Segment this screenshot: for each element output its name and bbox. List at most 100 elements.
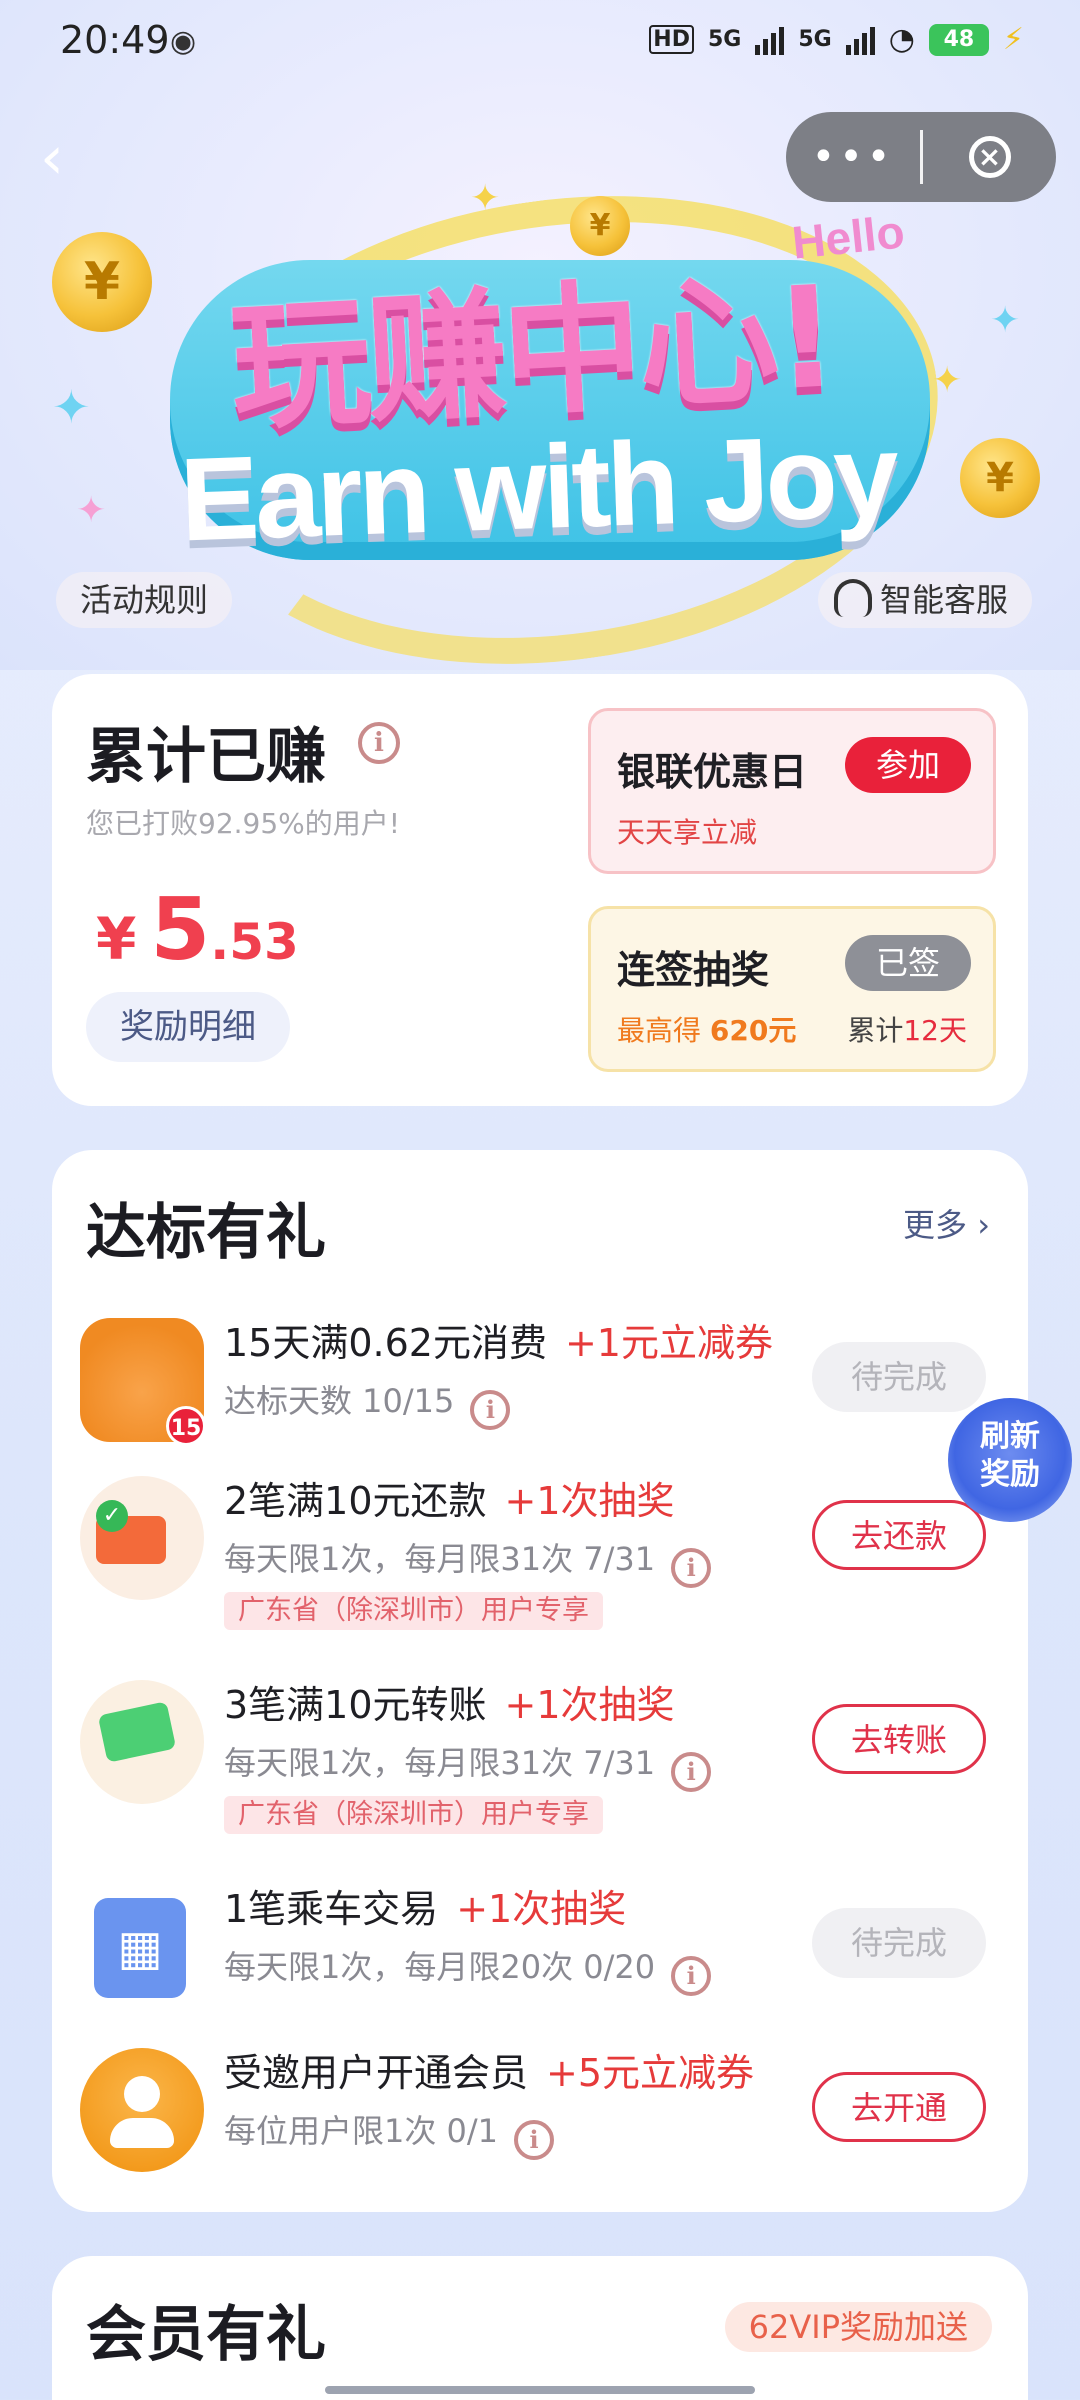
info-icon[interactable]: i (671, 1752, 712, 1792)
member-title-text: 会员有礼 (86, 2300, 326, 2370)
tasks-title-text: 达标有礼 (86, 1198, 326, 1268)
task-title: 2笔满10元还款 +1次抽奖 (224, 1470, 675, 1525)
task-row: 3笔满10元转账 +1次抽奖 每天限1次，每月限31次 7/31 i 广东省（除深圳… (52, 1660, 1028, 1850)
signed-button[interactable]: 已签 (845, 935, 971, 991)
pending-button[interactable]: 待完成 (812, 1908, 986, 1978)
hero-title-en: Earn with Joy (177, 409, 898, 567)
chevron-left-icon: ‹ (40, 123, 64, 193)
task-title: 15天满0.62元消费 +1元立减券 (224, 1312, 773, 1367)
capsule-divider (920, 130, 923, 184)
task-row: 受邀用户开通会员 +5元立减券 每位用户限1次 0/1 i 去开通 (52, 2028, 1028, 2218)
qr-code-icon: ▦ (80, 1884, 204, 2008)
avatar-body (110, 2118, 174, 2148)
signal-bars-icon (755, 25, 785, 55)
info-icon[interactable]: i (358, 722, 400, 764)
signin-total-prefix: 累计 (847, 1014, 904, 1047)
task-desc: 每天限1次，每月限31次 7/31 i (224, 1534, 712, 1588)
sparkle-icon: ✦ (52, 380, 91, 434)
status-bar: 20:49 ◉ HD 5G 5G ◔ 48 ⚡ (0, 0, 1080, 84)
more-options-button[interactable]: ••• (786, 112, 920, 202)
region-tag: 广东省（除深圳市）用户专享 (224, 1592, 603, 1630)
currency-symbol: ¥ (96, 905, 137, 973)
gift-coins-icon: 15 (80, 1318, 206, 1446)
task-desc-text: 每位用户限1次 0/1 (224, 2112, 499, 2150)
charging-bolt-icon: ⚡ (1002, 22, 1024, 57)
task-reward: +5元立减券 (546, 2051, 755, 2095)
unionpay-discount-day-card[interactable]: 银联优惠日 参加 天天享立减 (588, 708, 996, 874)
task-title-text: 15天满0.62元消费 (224, 1321, 547, 1365)
home-indicator[interactable] (325, 2386, 755, 2394)
task-title: 1笔乘车交易 +1次抽奖 (224, 1878, 626, 1933)
tasks-section-title: 达标有礼 (86, 1184, 326, 1271)
go-activate-button[interactable]: 去开通 (812, 2072, 986, 2142)
task-desc: 每天限1次，每月限31次 7/31 i (224, 1738, 712, 1792)
pending-button[interactable]: 待完成 (812, 1342, 986, 1412)
battery-level: 48 (928, 23, 989, 56)
amount-integer: 5 (150, 880, 211, 980)
refresh-reward-button[interactable]: 刷新 奖励 (948, 1398, 1072, 1522)
task-title: 受邀用户开通会员 +5元立减券 (224, 2042, 754, 2097)
vip-bonus-badge[interactable]: 62VIP奖励加送 (724, 2302, 992, 2352)
card-repay-icon: ✓ (80, 1476, 204, 1600)
task-title-text: 2笔满10元还款 (224, 1479, 487, 1523)
go-transfer-button[interactable]: 去转账 (812, 1704, 986, 1774)
user-avatar-icon (80, 2048, 204, 2172)
task-icon-badge: 15 (166, 1406, 206, 1446)
sparkle-icon: ✦ (932, 360, 963, 401)
task-row: ▦ 1笔乘车交易 +1次抽奖 每天限1次，每月限20次 0/20 i 待完成 (52, 1864, 1028, 2054)
member-card: 会员有礼 62VIP奖励加送 (52, 2256, 1028, 2400)
info-icon[interactable]: i (671, 1548, 712, 1588)
check-icon: ✓ (96, 1500, 128, 1532)
mini-program-capsule: ••• × (786, 112, 1056, 202)
status-icons: HD 5G 5G ◔ 48 ⚡ (649, 22, 1024, 57)
sparkle-icon: ✦ (76, 490, 107, 531)
task-desc: 达标天数 10/15 i (224, 1376, 511, 1430)
coin-decoration-icon: ¥ (52, 232, 152, 332)
info-icon[interactable]: i (470, 1390, 511, 1430)
signal-5g-label: 5G (707, 27, 742, 52)
member-section-title: 会员有礼 (86, 2286, 326, 2373)
go-repay-button[interactable]: 去还款 (812, 1500, 986, 1570)
task-desc: 每天限1次，每月限20次 0/20 i (224, 1942, 712, 1996)
signin-max-reward: 620元 (709, 1014, 797, 1047)
hd-label: HD (649, 25, 694, 54)
join-button[interactable]: 参加 (845, 737, 971, 793)
signin-title: 连签抽奖 (617, 948, 770, 992)
earnings-title-text: 累计已赚 (86, 722, 326, 792)
task-reward: +1次抽奖 (504, 1479, 675, 1523)
tasks-card: 达标有礼 更多 › 15 15天满0.62元消费 +1元立减券 达标天数 10/1… (52, 1150, 1028, 2212)
refresh-label-line2: 奖励 (980, 1457, 1040, 1492)
task-title-text: 受邀用户开通会员 (224, 2051, 529, 2095)
earnings-card: 累计已赚 i 您已打败92.95%的用户! ¥5.53 奖励明细 银联优惠日 参… (52, 674, 1028, 1106)
signin-lottery-card[interactable]: 连签抽奖 已签 最高得 620元 累计12天 (588, 906, 996, 1072)
more-link[interactable]: 更多 › (903, 1200, 990, 1246)
close-button[interactable]: × (923, 136, 1056, 178)
region-tag: 广东省（除深圳市）用户专享 (224, 1796, 603, 1834)
task-title: 3笔满10元转账 +1次抽奖 (224, 1674, 675, 1729)
activity-rules-button[interactable]: 活动规则 (56, 572, 233, 628)
info-icon[interactable]: i (671, 1956, 712, 1996)
info-icon[interactable]: i (514, 2120, 555, 2160)
reward-detail-button[interactable]: 奖励明细 (86, 992, 290, 1062)
task-title-text: 3笔满10元转账 (224, 1683, 487, 1727)
earnings-title: 累计已赚 (86, 708, 326, 795)
customer-service-label: 智能客服 (880, 581, 1009, 619)
task-desc-text: 达标天数 10/15 (224, 1382, 455, 1420)
sparkle-icon: ✦ (470, 178, 501, 219)
amount-decimal: .53 (210, 913, 299, 971)
earnings-subtitle: 您已打败92.95%的用户! (86, 807, 400, 840)
customer-service-button[interactable]: 智能客服 (818, 572, 1033, 628)
signin-total: 累计12天 (847, 1009, 967, 1049)
task-title-text: 1笔乘车交易 (224, 1887, 439, 1931)
task-desc: 每位用户限1次 0/1 i (224, 2106, 555, 2160)
status-time: 20:49 (60, 18, 170, 62)
signal-bars-icon (845, 25, 875, 55)
task-desc-text: 每天限1次，每月限20次 0/20 (224, 1948, 656, 1986)
task-desc-text: 每天限1次，每月限31次 7/31 (224, 1540, 656, 1578)
sparkle-icon: ✦ (990, 300, 1021, 341)
headset-icon (834, 579, 872, 617)
wifi-icon: ◔ (888, 22, 915, 57)
back-button[interactable]: ‹ (40, 128, 90, 188)
signin-subtitle: 最高得 620元 (617, 1009, 796, 1049)
earnings-amount: ¥5.53 (96, 880, 299, 980)
